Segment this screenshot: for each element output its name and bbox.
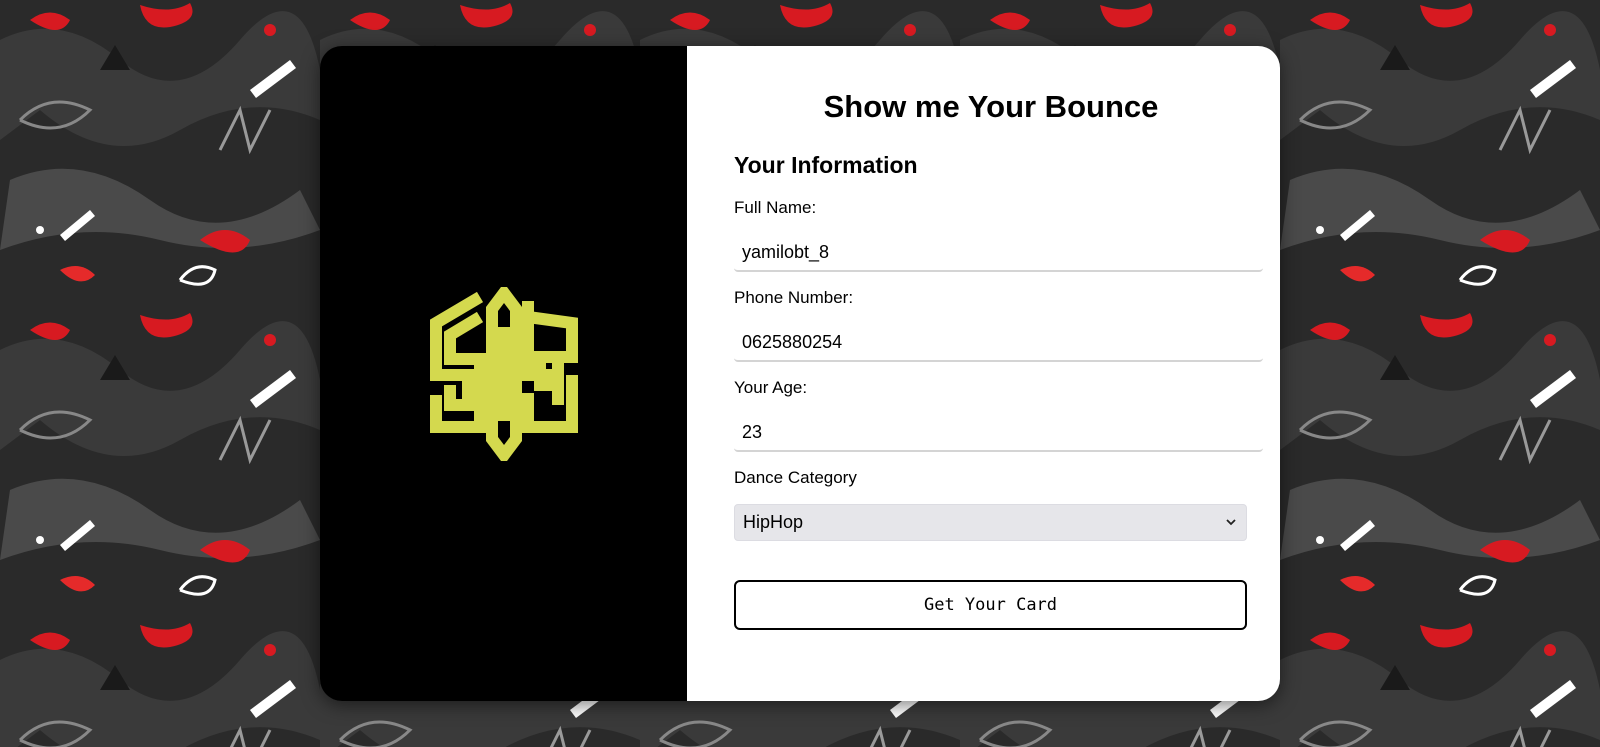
- form-title: Show me Your Bounce: [823, 89, 1159, 124]
- dance-category-label: Dance Category: [734, 468, 857, 487]
- dance-category-select[interactable]: HipHop: [734, 504, 1247, 541]
- phone-number-label: Phone Number:: [734, 288, 854, 307]
- chevron-down-icon: [1226, 519, 1236, 526]
- phone-number-input[interactable]: [734, 324, 1263, 362]
- age-label: Your Age:: [734, 378, 808, 397]
- sos-hexagon-logo-icon: [429, 286, 578, 461]
- signup-card: Show me Your Bounce Your Information Ful…: [320, 46, 1280, 701]
- section-title: Your Information: [734, 152, 918, 178]
- age-input[interactable]: [734, 414, 1263, 452]
- dance-category-value: HipHop: [743, 512, 804, 532]
- get-your-card-button[interactable]: Get Your Card: [734, 580, 1247, 630]
- logo-panel: [320, 46, 687, 701]
- full-name-label: Full Name:: [734, 198, 817, 217]
- full-name-input[interactable]: [734, 234, 1263, 272]
- form-panel: Show me Your Bounce Your Information Ful…: [687, 46, 1280, 701]
